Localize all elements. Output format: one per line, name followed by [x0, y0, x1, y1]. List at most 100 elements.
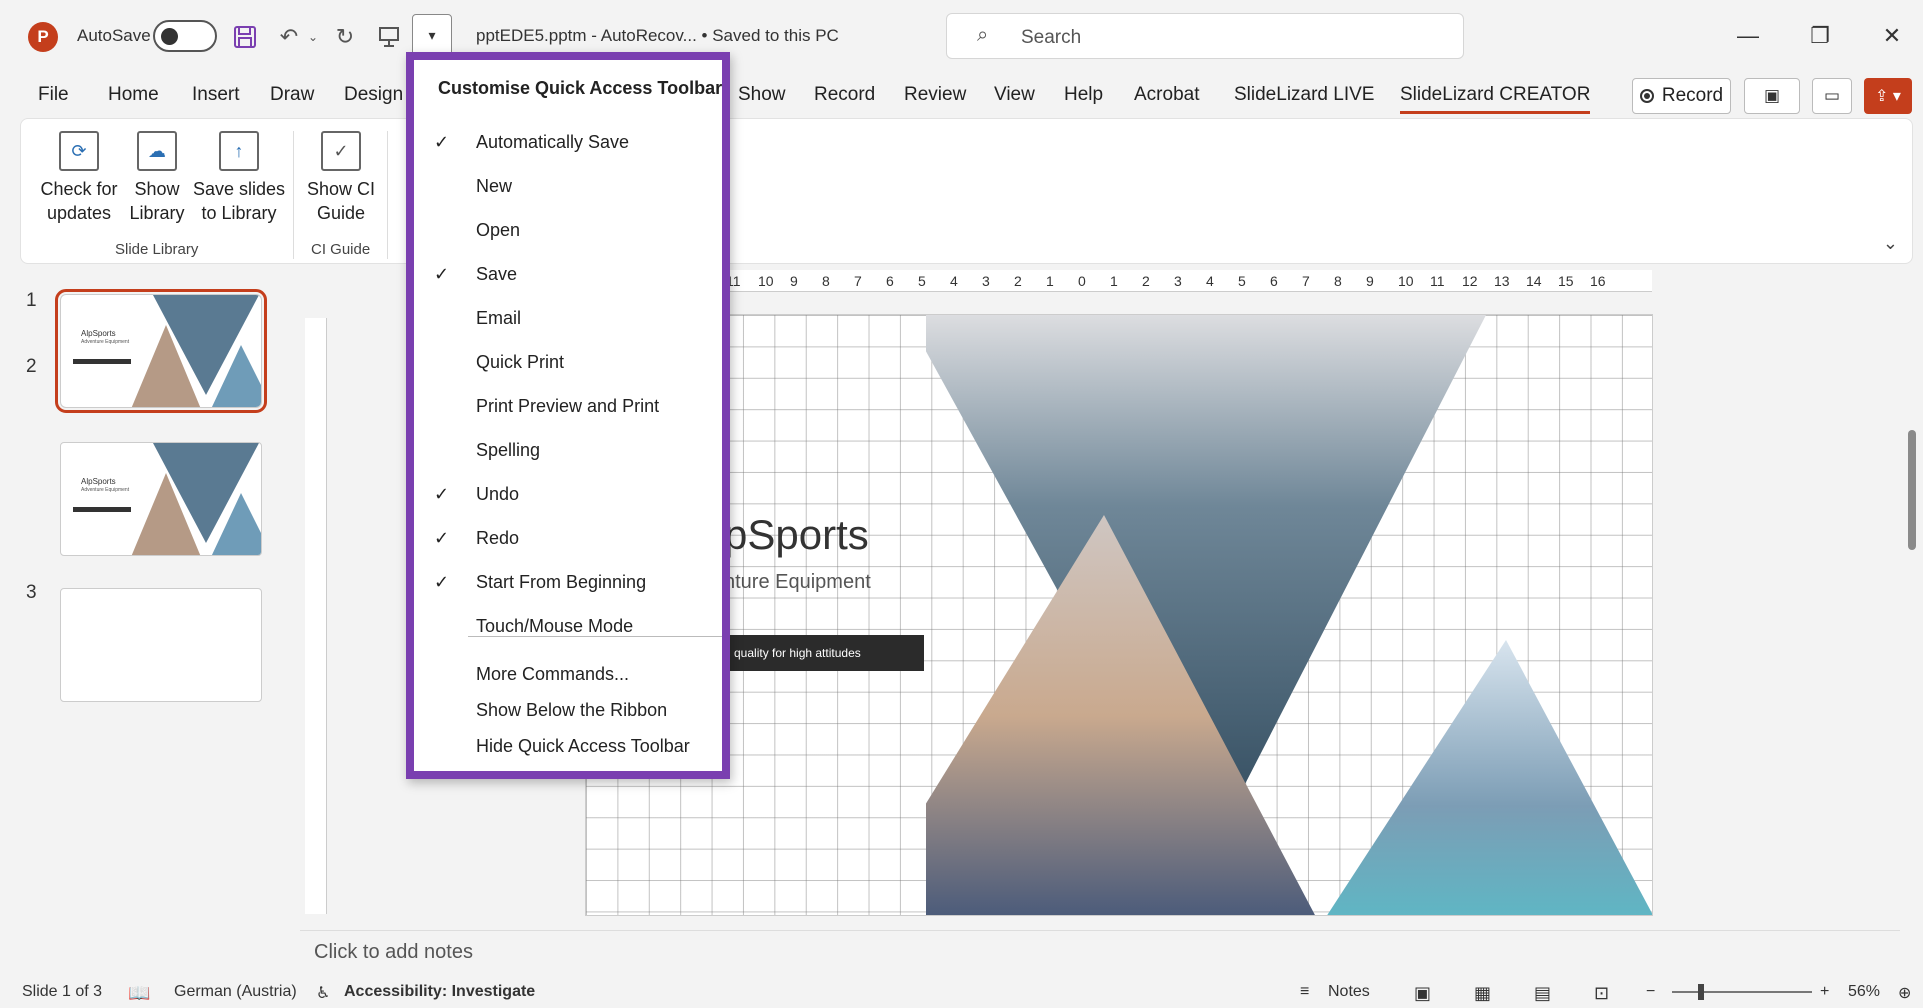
- autosave-label: AutoSave: [77, 26, 151, 45]
- tab-slidelizard-live[interactable]: SlideLizard LIVE: [1234, 84, 1374, 106]
- show-library-button[interactable]: ☁ Show Library: [127, 131, 187, 225]
- accessibility-icon[interactable]: ♿: [316, 983, 330, 1003]
- mountain-image: [131, 295, 261, 407]
- record-button[interactable]: Record: [1632, 78, 1731, 114]
- spelling-check-icon[interactable]: 📖: [128, 983, 150, 1004]
- slide-thumbnail-1[interactable]: AlpSports Adventure Equipment: [55, 289, 267, 413]
- menu-item-automatically-save[interactable]: ✓ Automatically Save: [414, 122, 722, 162]
- menu-item-label: More Commands...: [476, 663, 630, 684]
- search-input[interactable]: ⌕ Search: [946, 13, 1464, 59]
- undo-dropdown-icon[interactable]: ⌄: [296, 20, 330, 54]
- show-ci-guide-button[interactable]: ✓ Show CI Guide: [303, 131, 379, 225]
- menu-item-label: Undo: [476, 483, 520, 504]
- reading-view-icon[interactable]: ▤: [1534, 983, 1551, 1004]
- tab-draw[interactable]: Draw: [270, 84, 314, 106]
- save-icon[interactable]: [228, 20, 262, 54]
- menu-item-label: Automatically Save: [476, 131, 630, 152]
- ribbon: ⟳ Check for updates ☁ Show Library ↑ Sav…: [20, 118, 1913, 264]
- menu-item-start-from-beginning[interactable]: ✓ Start From Beginning: [414, 562, 722, 602]
- ruler-tick-label: 8: [1334, 273, 1342, 289]
- menu-item-label: Show Below the Ribbon: [476, 699, 668, 720]
- menu-item-print-preview-and-print[interactable]: Print Preview and Print: [414, 386, 722, 426]
- slide-subtitle[interactable]: nture Equipment: [724, 571, 871, 594]
- slideshow-view-icon[interactable]: ⊡: [1594, 983, 1609, 1004]
- notes-button[interactable]: Notes: [1328, 983, 1370, 1001]
- notes-icon[interactable]: ≡: [1300, 983, 1309, 1001]
- slide-thumbnail-3[interactable]: [60, 588, 262, 702]
- ruler-tick-label: 13: [1494, 273, 1510, 289]
- tab-home[interactable]: Home: [108, 84, 159, 106]
- vertical-scrollbar[interactable]: [1904, 270, 1920, 890]
- minimize-button[interactable]: —: [1728, 18, 1768, 54]
- menu-item-show-below-ribbon[interactable]: Show Below the Ribbon: [414, 690, 722, 730]
- restore-button[interactable]: ❐: [1800, 18, 1840, 54]
- language-indicator[interactable]: German (Austria): [174, 983, 297, 1001]
- tab-slide-show[interactable]: Show: [738, 84, 786, 106]
- zoom-out-button[interactable]: −: [1646, 983, 1655, 1001]
- menu-item-new[interactable]: New: [414, 166, 722, 206]
- share-button[interactable]: ⇪ ▾: [1864, 78, 1912, 114]
- checkmark-icon: ✓: [434, 571, 450, 592]
- ruler-tick-label: 7: [854, 273, 862, 289]
- tab-review[interactable]: Review: [904, 84, 966, 106]
- menu-item-save[interactable]: ✓ Save: [414, 254, 722, 294]
- collapse-ribbon-icon[interactable]: ⌄: [1883, 233, 1898, 254]
- menu-item-email[interactable]: Email: [414, 298, 722, 338]
- ruler-tick-label: 6: [886, 273, 894, 289]
- group-label-slide-library: Slide Library: [115, 241, 199, 258]
- comments-icon[interactable]: ▭: [1812, 78, 1852, 114]
- menu-item-hide-qat[interactable]: Hide Quick Access Toolbar: [414, 726, 722, 766]
- autosave-toggle[interactable]: [153, 20, 217, 52]
- menu-item-quick-print[interactable]: Quick Print: [414, 342, 722, 382]
- menu-item-label: Open: [476, 219, 521, 240]
- notes-pane[interactable]: Click to add notes: [300, 930, 1900, 974]
- menu-item-open[interactable]: Open: [414, 210, 722, 250]
- tab-acrobat[interactable]: Acrobat: [1134, 84, 1199, 106]
- tab-insert[interactable]: Insert: [192, 84, 240, 106]
- slide-tagline-box[interactable]: quality for high attitudes: [724, 635, 924, 671]
- tab-file[interactable]: File: [38, 84, 69, 106]
- close-button[interactable]: ✕: [1872, 18, 1912, 54]
- tab-design[interactable]: Design: [344, 84, 403, 106]
- menu-item-undo[interactable]: ✓ Undo: [414, 474, 722, 514]
- accessibility-status[interactable]: Accessibility: Investigate: [344, 983, 535, 1001]
- menu-item-more-commands[interactable]: More Commands...: [414, 654, 722, 694]
- scrollbar-thumb[interactable]: [1908, 430, 1916, 550]
- menu-item-label: Print Preview and Print: [476, 395, 660, 416]
- thumb-title: AlpSports: [81, 477, 116, 486]
- redo-icon[interactable]: ↻: [328, 20, 362, 54]
- customize-qat-dropdown-button[interactable]: ▾: [412, 14, 452, 56]
- ruler-tick-label: 0: [1078, 273, 1086, 289]
- title-bar: P AutoSave ↶ ⌄ ↻ ▾ pptEDE5.pptm - AutoRe…: [0, 0, 1923, 60]
- tab-slidelizard-creator[interactable]: SlideLizard CREATOR: [1400, 84, 1591, 114]
- menu-item-spelling[interactable]: Spelling: [414, 430, 722, 470]
- normal-view-icon[interactable]: ▣: [1414, 983, 1431, 1004]
- save-slides-to-library-button[interactable]: ↑ Save slides to Library: [189, 131, 289, 225]
- checkmark-icon: ✓: [434, 131, 450, 152]
- slide-title[interactable]: pSports: [724, 511, 869, 559]
- tab-help[interactable]: Help: [1064, 84, 1103, 106]
- menu-item-touch-mouse-mode[interactable]: Touch/Mouse Mode: [414, 606, 722, 646]
- check-for-updates-button[interactable]: ⟳ Check for updates: [39, 131, 119, 225]
- teams-icon[interactable]: ▣: [1744, 78, 1800, 114]
- slide-thumbnail-2[interactable]: AlpSports Adventure Equipment: [60, 442, 262, 556]
- slide-sorter-icon[interactable]: ▦: [1474, 983, 1491, 1004]
- menu-item-label: Start From Beginning: [476, 571, 647, 592]
- zoom-slider-handle[interactable]: [1698, 984, 1704, 1000]
- tab-record[interactable]: Record: [814, 84, 875, 106]
- search-placeholder: Search: [1021, 27, 1082, 48]
- start-from-beginning-icon[interactable]: [372, 20, 406, 54]
- fit-to-window-icon[interactable]: ⊕: [1898, 983, 1911, 1003]
- zoom-slider[interactable]: [1672, 991, 1812, 993]
- zoom-in-button[interactable]: +: [1820, 983, 1829, 1001]
- ruler-tick-label: 2: [1014, 273, 1022, 289]
- slide-canvas[interactable]: pSports nture Equipment quality for high…: [585, 314, 1653, 916]
- button-label: Save slides: [192, 179, 286, 199]
- ruler-tick-label: 4: [950, 273, 958, 289]
- zoom-level[interactable]: 56%: [1848, 983, 1880, 1001]
- button-label: Show CI: [306, 179, 376, 199]
- mountain-triangles-image[interactable]: [926, 315, 1653, 916]
- menu-item-redo[interactable]: ✓ Redo: [414, 518, 722, 558]
- tab-view[interactable]: View: [994, 84, 1035, 106]
- menu-item-label: Quick Print: [476, 351, 565, 372]
